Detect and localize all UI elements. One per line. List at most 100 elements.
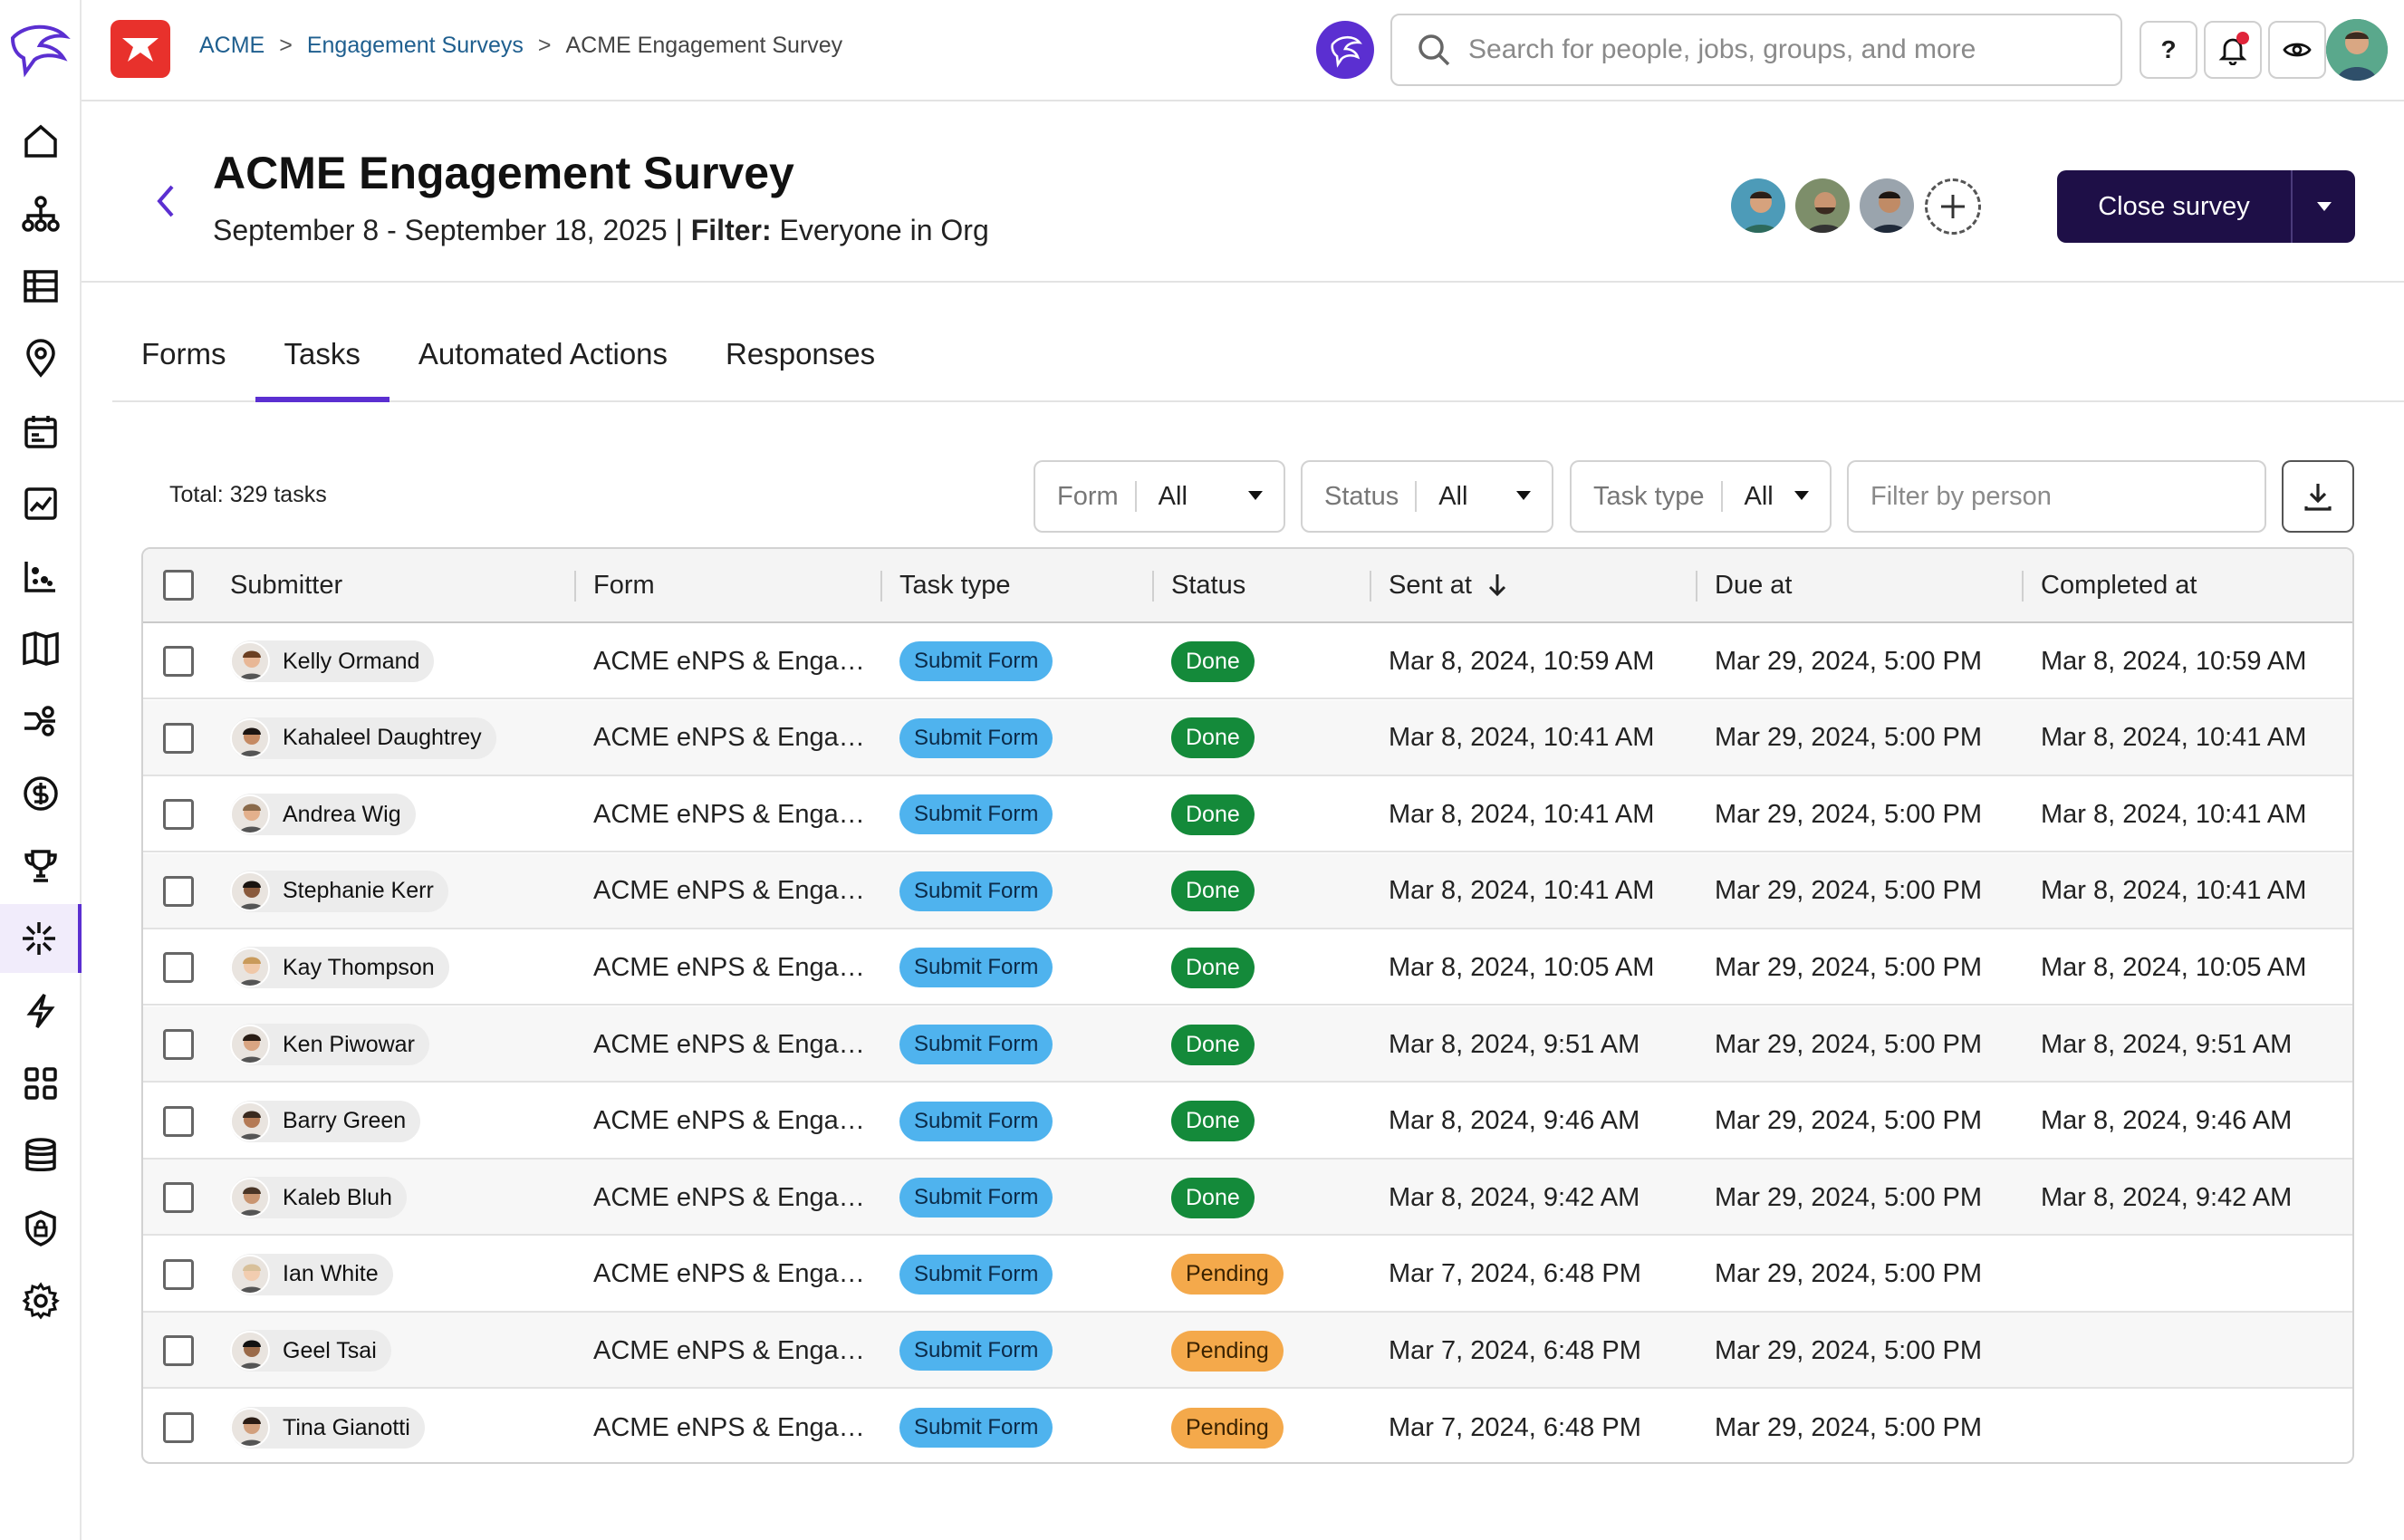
back-chevron-icon[interactable] [152,183,179,228]
nav-calendar-icon[interactable] [0,397,82,466]
nav-org-chart-icon[interactable] [0,179,82,248]
submitter-name: Kahaleel Daughtrey [283,725,482,751]
form-name: ACME eNPS & Engag… [593,952,874,982]
nav-analytics-icon[interactable] [0,469,82,538]
column-header-status[interactable]: Status [1171,549,1245,621]
acme-logo-icon[interactable] [111,20,170,78]
collaborator-avatar[interactable] [1857,176,1917,236]
table-row[interactable]: Tina Gianotti ACME eNPS & Engag… Submit … [143,1390,2352,1462]
nav-workflow-icon[interactable] [0,687,82,756]
download-button[interactable] [2282,460,2354,533]
tab-responses[interactable]: Responses [697,317,904,402]
close-survey-label[interactable]: Close survey [2057,170,2293,243]
nav-book-icon[interactable] [0,614,82,683]
table-row[interactable]: Ian White ACME eNPS & Engag… Submit Form… [143,1237,2352,1313]
table-row[interactable]: Stephanie Kerr ACME eNPS & Engag… Submit… [143,852,2352,929]
row-checkbox[interactable] [163,799,194,831]
notifications-button[interactable] [2204,21,2262,79]
view-as-button[interactable] [2268,21,2326,79]
table-row[interactable]: Kaleb Bluh ACME eNPS & Engag… Submit For… [143,1160,2352,1237]
table-row[interactable]: Kahaleel Daughtrey ACME eNPS & Engag… Su… [143,699,2352,776]
row-checkbox[interactable] [163,1029,194,1060]
column-header-sent-at[interactable]: Sent at [1389,549,1508,621]
help-button[interactable]: ? [2140,21,2197,79]
row-checkbox[interactable] [163,1412,194,1443]
completed-at: Mar 8, 2024, 10:41 AM [2041,723,2307,753]
row-checkbox[interactable] [163,646,194,677]
row-checkbox[interactable] [163,1105,194,1137]
tab-automated-actions[interactable]: Automated Actions [389,317,697,402]
submitter-chip[interactable]: Geel Tsai [230,1330,391,1372]
nav-security-icon[interactable] [0,1194,82,1263]
nav-database-icon[interactable] [0,1121,82,1190]
form-filter-select[interactable]: Form All [1034,460,1285,533]
table-row[interactable]: Geel Tsai ACME eNPS & Engag… Submit Form… [143,1313,2352,1390]
select-all-checkbox[interactable] [163,570,194,601]
nav-apps-icon[interactable] [0,1049,82,1118]
sort-descending-icon[interactable] [1486,572,1508,599]
completed-at: Mar 8, 2024, 10:59 AM [2041,646,2307,676]
completed-at: Mar 8, 2024, 10:05 AM [2041,952,2307,982]
submitter-chip[interactable]: Andrea Wig [230,794,416,836]
nav-table-icon[interactable] [0,252,82,321]
nav-dollar-icon[interactable] [0,759,82,828]
submitter-chip[interactable]: Ian White [230,1253,393,1295]
task-type-filter-select[interactable]: Task type All [1570,460,1832,533]
row-checkbox[interactable] [163,1258,194,1290]
person-filter[interactable] [1847,460,2266,533]
submitter-chip[interactable]: Tina Gianotti [230,1407,425,1449]
row-checkbox[interactable] [163,1182,194,1214]
nav-home-icon[interactable] [0,107,82,176]
plus-icon [1941,195,1965,218]
completed-at: Mar 8, 2024, 9:51 AM [2041,1029,2293,1059]
add-collaborator-button[interactable] [1925,178,1981,235]
nav-lightning-icon[interactable] [0,977,82,1045]
row-checkbox[interactable] [163,875,194,907]
due-at: Mar 29, 2024, 5:00 PM [1715,1106,1982,1136]
nav-scatter-icon[interactable] [0,542,82,611]
nav-trophy-icon[interactable] [0,832,82,900]
submitter-name: Kelly Ormand [283,648,420,674]
tab-tasks[interactable]: Tasks [255,317,389,402]
submitter-chip[interactable]: Kahaleel Daughtrey [230,717,496,759]
table-row[interactable]: Kay Thompson ACME eNPS & Engag… Submit F… [143,929,2352,1006]
row-checkbox[interactable] [163,722,194,754]
ai-assistant-icon[interactable] [1316,21,1374,79]
collaborator-avatar[interactable] [1728,176,1788,236]
search-input[interactable] [1468,34,2084,65]
sent-at: Mar 8, 2024, 9:46 AM [1389,1106,1640,1136]
nav-surveys-icon[interactable] [0,904,82,973]
column-header-submitter[interactable]: Submitter [230,549,342,621]
submitter-chip[interactable]: Kaleb Bluh [230,1177,407,1219]
submitter-chip[interactable]: Kay Thompson [230,947,449,989]
tab-forms[interactable]: Forms [112,317,255,402]
row-checkbox[interactable] [163,1335,194,1367]
global-search[interactable] [1390,14,2122,86]
table-row[interactable]: Andrea Wig ACME eNPS & Engag… Submit For… [143,776,2352,853]
row-checkbox[interactable] [163,952,194,984]
close-survey-dropdown-icon[interactable] [2293,195,2355,218]
submitter-chip[interactable]: Kelly Ormand [230,640,435,682]
breadcrumb-acme[interactable]: ACME [199,33,264,59]
table-row[interactable]: Barry Green ACME eNPS & Engag… Submit Fo… [143,1083,2352,1160]
close-survey-button[interactable]: Close survey [2057,170,2355,243]
breadcrumb-engagement-surveys[interactable]: Engagement Surveys [307,33,524,59]
column-header-task-type[interactable]: Task type [899,549,1011,621]
collaborator-avatar[interactable] [1793,176,1852,236]
submitter-chip[interactable]: Barry Green [230,1100,421,1142]
completed-at: Mar 8, 2024, 9:42 AM [2041,1182,2293,1212]
sent-at: Mar 8, 2024, 10:41 AM [1389,723,1655,753]
column-header-form[interactable]: Form [593,549,655,621]
column-header-completed-at[interactable]: Completed at [2041,549,2197,621]
submitter-chip[interactable]: Ken Piwowar [230,1024,429,1065]
table-row[interactable]: Ken Piwowar ACME eNPS & Engag… Submit Fo… [143,1006,2352,1083]
nav-location-icon[interactable] [0,324,82,393]
user-avatar[interactable] [2326,19,2388,81]
nav-settings-icon[interactable] [0,1266,82,1335]
person-filter-input[interactable] [1870,481,2233,512]
app-logo-icon[interactable] [7,18,72,80]
table-row[interactable]: Kelly Ormand ACME eNPS & Engag… Submit F… [143,623,2352,699]
column-header-due-at[interactable]: Due at [1715,549,1792,621]
status-filter-select[interactable]: Status All [1301,460,1553,533]
submitter-chip[interactable]: Stephanie Kerr [230,870,448,912]
